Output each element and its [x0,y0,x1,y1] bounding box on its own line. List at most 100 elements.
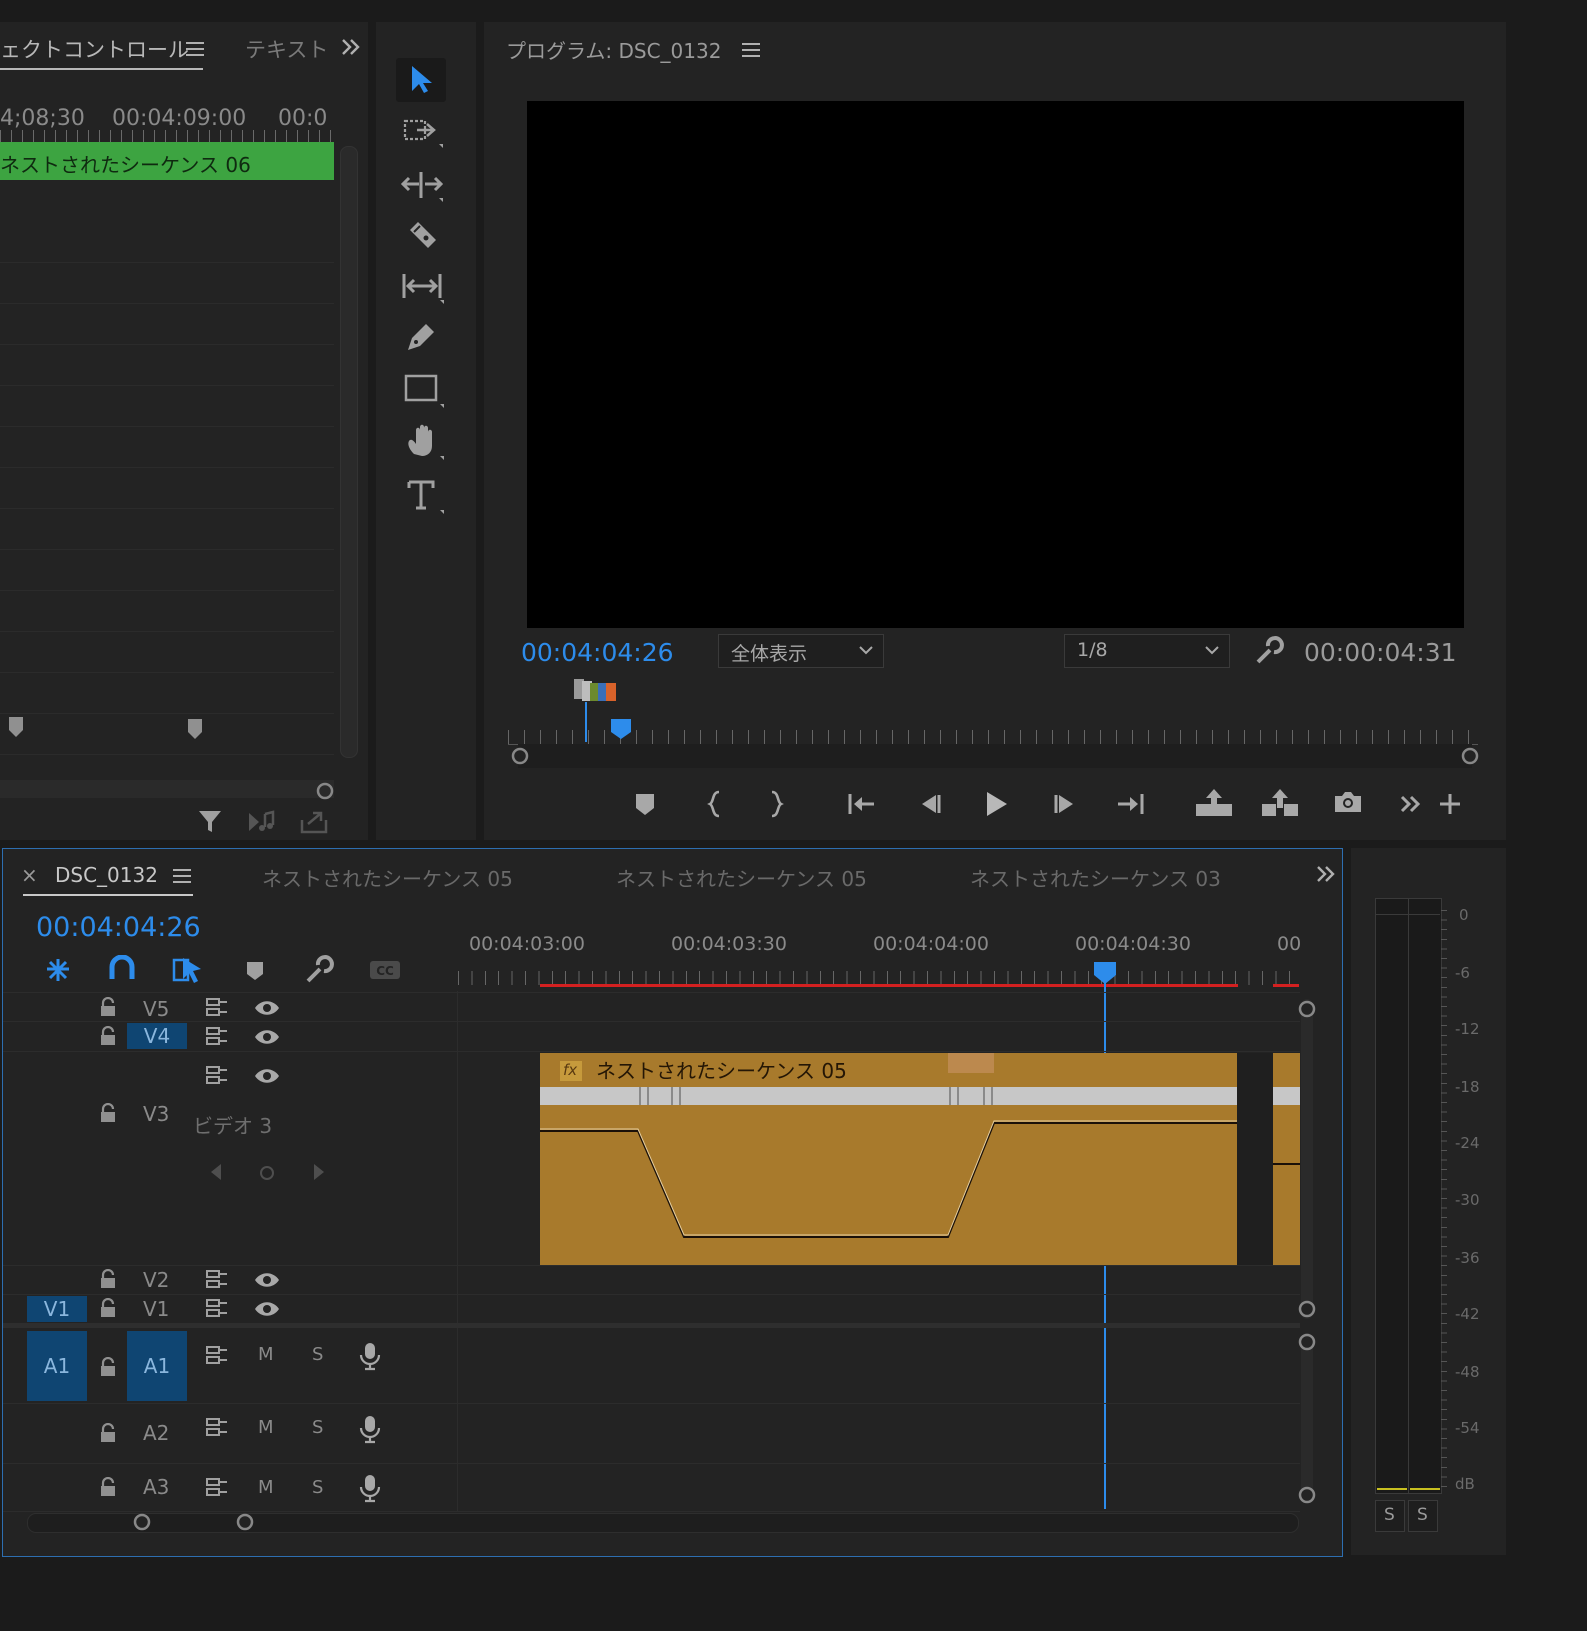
track-id-v1[interactable]: V1 [143,1297,169,1321]
sync-lock-icon[interactable] [205,1477,229,1497]
video-audio-divider[interactable] [3,1323,1300,1328]
eye-icon[interactable] [253,1028,281,1046]
video-vertical-scrollbar[interactable] [1301,999,1313,1319]
track-id-a3[interactable]: A3 [143,1475,169,1499]
zoom-handle-icon[interactable] [315,781,335,801]
program-playhead-timecode[interactable]: 00:04:04:26 [521,638,674,667]
play-icon[interactable] [980,788,1012,820]
panel-menu-icon[interactable] [742,43,760,57]
panel-menu-icon[interactable] [173,869,191,883]
lock-icon[interactable] [99,1357,117,1377]
captions-cc-icon[interactable]: CC [368,957,402,983]
source-patch-a1[interactable]: A1 [27,1331,87,1401]
sync-lock-icon[interactable] [205,1065,229,1085]
eye-icon[interactable] [253,1067,281,1085]
mute-button[interactable]: M [258,1417,274,1438]
mute-button[interactable]: M [258,1477,274,1498]
track-target-a1[interactable]: A1 [127,1331,187,1401]
ec-vertical-scrollbar[interactable] [340,146,358,758]
export-icon[interactable] [299,808,329,836]
add-marker-icon[interactable] [629,788,661,820]
lift-icon[interactable] [1194,786,1232,818]
button-editor-plus-icon[interactable] [1434,788,1466,820]
step-back-icon[interactable] [914,788,946,820]
hand-tool-icon[interactable] [404,424,446,462]
scroll-handle-icon[interactable] [510,746,530,766]
timeline-playhead-timecode[interactable]: 00:04:04:26 [36,912,201,943]
more-tabs-icon[interactable] [1316,865,1336,883]
microphone-icon[interactable] [359,1341,381,1371]
lock-icon[interactable] [99,1477,117,1497]
track-select-tool-icon[interactable] [403,118,443,150]
ripple-edit-tool-icon[interactable] [401,168,445,204]
type-tool-icon[interactable] [406,478,446,516]
timeline-settings-wrench-icon[interactable] [304,955,334,985]
text-tab[interactable]: テキスト [245,34,328,64]
prev-keyframe-icon[interactable] [208,1162,224,1182]
program-playhead-icon[interactable] [610,718,632,740]
close-tab-icon[interactable]: × [21,863,38,887]
solo-right-button[interactable]: S [1408,1500,1438,1532]
extract-icon[interactable] [1260,786,1298,818]
add-keyframe-icon[interactable] [258,1164,276,1182]
next-keyframe-icon[interactable] [311,1162,327,1182]
effect-controls-tab[interactable]: ェクトコントロール [0,34,189,64]
mark-in-icon[interactable] [699,788,731,820]
solo-button[interactable]: S [312,1417,323,1438]
go-to-out-icon[interactable] [1114,788,1146,820]
sync-lock-icon[interactable] [205,1026,229,1046]
sync-lock-icon[interactable] [205,1345,229,1365]
step-forward-icon[interactable] [1049,788,1081,820]
go-to-in-icon[interactable] [846,788,878,820]
solo-left-button[interactable]: S [1375,1500,1405,1532]
microphone-icon[interactable] [359,1473,381,1503]
scroll-handle-icon[interactable] [132,1512,152,1532]
filter-icon[interactable] [197,808,225,836]
lock-icon[interactable] [99,1269,117,1289]
audio-vertical-scrollbar[interactable] [1301,1333,1313,1503]
slip-tool-icon[interactable] [400,270,446,306]
scroll-handle-icon[interactable] [1297,1299,1317,1319]
nested-sequence-clip[interactable]: fx ネストされたシーケンス 05 [540,1053,1237,1265]
sync-lock-icon[interactable] [205,1298,229,1318]
work-area-bar[interactable] [540,984,1238,987]
lock-icon[interactable] [99,1026,117,1046]
sync-lock-icon[interactable] [205,1269,229,1289]
lock-icon[interactable] [99,997,117,1017]
work-area-bar-2[interactable] [1273,984,1299,987]
track-id-v2[interactable]: V2 [143,1268,169,1292]
opacity-rubberband[interactable] [540,1053,1237,1265]
play-audio-icon[interactable] [247,810,277,834]
panel-menu-icon[interactable] [186,42,204,56]
pen-tool-icon[interactable] [404,320,440,356]
more-controls-icon[interactable] [1396,788,1428,820]
settings-wrench-icon[interactable] [1254,636,1284,666]
scroll-handle-icon[interactable] [1297,999,1317,1019]
track-target-v4[interactable]: V4 [127,1023,187,1049]
ec-nested-clip[interactable]: ネストされたシーケンス 06 [0,142,334,180]
mark-out-icon[interactable] [760,788,792,820]
nest-sequence-icon[interactable] [43,955,73,985]
track-id-v3[interactable]: V3 [143,1102,169,1126]
add-marker-icon[interactable] [244,959,266,983]
rectangle-tool-icon[interactable] [404,374,448,410]
tab-nested-sequence-05-b[interactable]: ネストされたシーケンス 05 [616,863,867,892]
lock-icon[interactable] [99,1423,117,1443]
mute-button[interactable]: M [258,1344,274,1365]
ec-horizontal-scrollbar[interactable] [0,780,334,798]
track-name-v3[interactable]: ビデオ 3 [193,1110,272,1139]
tab-dsc-0132[interactable]: DSC_0132 [55,863,158,887]
more-panels-icon[interactable] [341,38,361,56]
track-id-v5[interactable]: V5 [143,997,169,1021]
scroll-handle-icon[interactable] [235,1512,255,1532]
timeline-playhead-icon[interactable] [1093,961,1117,985]
program-monitor-title[interactable]: プログラム: DSC_0132 [506,35,721,64]
nested-sequence-clip-2[interactable] [1273,1053,1300,1265]
export-frame-camera-icon[interactable] [1332,786,1364,818]
playback-resolution-select[interactable]: 1/8 [1064,634,1230,668]
snap-magnet-icon[interactable] [107,955,137,985]
source-patch-v1[interactable]: V1 [27,1296,87,1322]
scroll-handle-icon[interactable] [1297,1485,1317,1505]
timeline-horizontal-scrollbar[interactable] [27,1513,1299,1533]
eye-icon[interactable] [253,999,281,1017]
